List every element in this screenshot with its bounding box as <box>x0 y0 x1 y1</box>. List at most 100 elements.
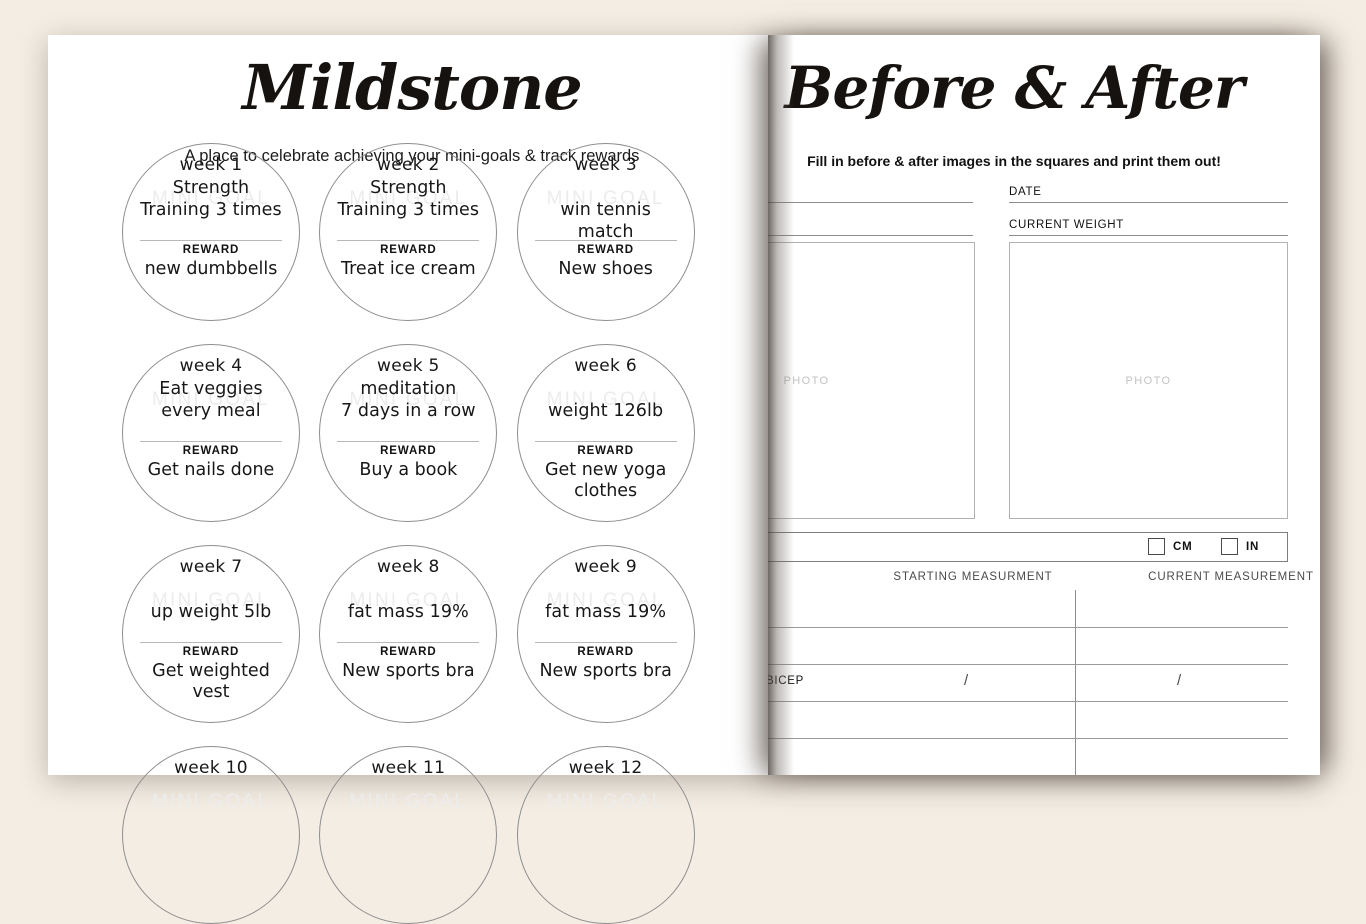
column-header-starting: STARTING MEASURMENT <box>893 571 1053 583</box>
mildstone-page: Mildstone A place to celebrate achieving… <box>48 35 776 924</box>
table-cell-start-value[interactable]: / <box>964 672 968 689</box>
field-current-date[interactable]: DATE <box>1009 175 1288 203</box>
goal-circle[interactable]: MINI GOAL week 5 meditation 7 days in a row… <box>319 344 498 522</box>
reward-block: REWARD Treat ice cream <box>320 244 496 280</box>
field-current-date-label: DATE <box>1009 186 1042 198</box>
goal-divider <box>140 441 282 442</box>
page-title-before-after: Before & After <box>784 54 1245 122</box>
goal-text: up weight 5lb <box>150 602 272 622</box>
goal-week-label: week 5 <box>376 356 440 376</box>
screenshot-canvas: Mildstone A place to celebrate achieving… <box>0 0 1366 924</box>
mini-goal-watermark: MINI GOAL <box>152 791 270 812</box>
reward-text: New sports bra <box>539 661 672 681</box>
field-current-weight[interactable]: CURRENT WEIGHT <box>1009 208 1288 236</box>
goal-divider <box>534 642 677 643</box>
goal-week-label: week 2 <box>376 155 440 175</box>
unit-in-label: IN <box>1246 540 1260 553</box>
reward-block: REWARD new dumbbells <box>123 244 299 280</box>
goal-divider <box>337 642 480 643</box>
page-title-mildstone: Mildstone <box>242 51 583 124</box>
reward-label: REWARD <box>380 445 437 457</box>
reward-label: REWARD <box>380 646 437 658</box>
reward-label: REWARD <box>577 244 634 256</box>
goal-week-label: week 1 <box>179 155 243 175</box>
goal-divider <box>140 240 282 241</box>
reward-block: REWARD New shoes <box>518 244 694 280</box>
table-row-divider <box>768 664 1288 665</box>
checkbox-cm-icon[interactable] <box>1148 538 1165 555</box>
goal-circle[interactable]: MINI GOAL week 3 win tennis match REWARD New… <box>516 143 695 321</box>
goal-circle[interactable]: MINI GOAL week 4 Eat veggies every meal REWA… <box>122 344 300 522</box>
measurements-header: NTS <box>768 532 1288 562</box>
goal-circle[interactable]: MINI GOAL week 2 Strength Training 3 times R… <box>319 143 498 321</box>
reward-block: REWARD New sports bra <box>518 646 694 682</box>
goal-circle[interactable]: MINI GOAL week 10 <box>122 746 300 924</box>
goal-divider <box>140 642 282 643</box>
reward-block: REWARD Buy a book <box>320 445 496 481</box>
field-start-date[interactable]: DATE <box>768 175 973 203</box>
reward-text: Buy a book <box>359 460 458 480</box>
reward-text: New sports bra <box>342 661 475 681</box>
goal-week-label: week 6 <box>574 356 637 376</box>
goal-text: fat mass 19% <box>545 602 667 622</box>
reward-text: New shoes <box>558 259 653 279</box>
photo-box-after-label: PHOTO <box>1125 374 1172 387</box>
table-row-label: BICEP <box>768 675 805 687</box>
photo-box-before[interactable]: PHOTO <box>768 242 975 519</box>
reward-block: REWARD Get nails done <box>123 445 299 481</box>
goal-week-label: week 10 <box>174 758 248 778</box>
goal-week-label: week 3 <box>574 155 637 175</box>
unit-toggle-in[interactable]: IN <box>1221 538 1259 555</box>
goal-week-label: week 8 <box>376 557 440 577</box>
reward-text: Get nails done <box>147 460 275 480</box>
photo-box-after[interactable]: PHOTO <box>1009 242 1288 519</box>
goal-circle[interactable]: MINI GOAL week 1 Strength Training 3 times R… <box>122 143 300 321</box>
checkbox-in-icon[interactable] <box>1221 538 1238 555</box>
field-start-weight[interactable]: WEIGHT <box>768 208 973 236</box>
goal-circle[interactable]: MINI GOAL week 9 fat mass 19% REWARD New spo… <box>516 545 695 723</box>
unit-cm-label: CM <box>1173 540 1193 553</box>
mini-goal-watermark: MINI GOAL <box>546 791 665 812</box>
reward-label: REWARD <box>577 445 634 457</box>
reward-label: REWARD <box>182 646 240 658</box>
goal-divider <box>534 240 677 241</box>
goal-text: weight 126lb <box>548 401 664 421</box>
reward-label: REWARD <box>182 244 240 256</box>
table-column-divider <box>1075 590 1076 775</box>
unit-toggle-cm[interactable]: CM <box>1148 538 1193 555</box>
goal-text: meditation 7 days in a row <box>340 379 476 422</box>
goal-text: Strength Training 3 times <box>140 178 282 221</box>
goal-week-label: week 9 <box>574 557 637 577</box>
goal-circle[interactable]: MINI GOAL week 6 weight 126lb REWARD Get new… <box>516 344 695 522</box>
goal-text: Strength Training 3 times <box>337 178 480 221</box>
goal-circle[interactable]: MINI GOAL week 11 <box>319 746 498 924</box>
reward-text: new dumbbells <box>144 259 278 279</box>
table-row-divider <box>768 701 1288 702</box>
goal-divider <box>534 441 677 442</box>
reward-label: REWARD <box>182 445 240 457</box>
before-after-page: Before & After Fill in before & after im… <box>768 35 1320 775</box>
column-header-current: CURRENT MEASUREMENT <box>1148 571 1314 583</box>
reward-text: Get new yoga clothes <box>544 460 667 502</box>
goal-divider <box>337 240 480 241</box>
reward-label: REWARD <box>577 646 634 658</box>
goal-week-label: week 11 <box>371 758 446 778</box>
reward-block: REWARD Get weighted vest <box>123 646 299 704</box>
goal-circle[interactable]: MINI GOAL week 8 fat mass 19% REWARD New spo… <box>319 545 498 723</box>
table-cell-current-value[interactable]: / <box>1177 672 1181 689</box>
reward-block: REWARD Get new yoga clothes <box>518 445 694 503</box>
goal-circle[interactable]: MINI GOAL week 7 up weight 5lb REWARD Get we… <box>122 545 300 723</box>
mini-goal-watermark: MINI GOAL <box>349 791 468 812</box>
reward-text: Get weighted vest <box>152 661 270 703</box>
table-row-divider <box>768 627 1288 628</box>
goal-week-label: week 4 <box>179 356 243 376</box>
page-subtitle-before-after: Fill in before & after images in the squ… <box>807 153 1221 169</box>
table-row-divider <box>768 738 1288 739</box>
goal-divider <box>337 441 480 442</box>
photo-box-before-label: PHOTO <box>783 374 830 387</box>
goal-text: win tennis match <box>560 200 651 243</box>
goal-week-label: week 12 <box>568 758 643 778</box>
goal-circle[interactable]: MINI GOAL week 12 <box>516 746 695 924</box>
goal-text: fat mass 19% <box>347 602 469 622</box>
goal-week-label: week 7 <box>179 557 243 577</box>
